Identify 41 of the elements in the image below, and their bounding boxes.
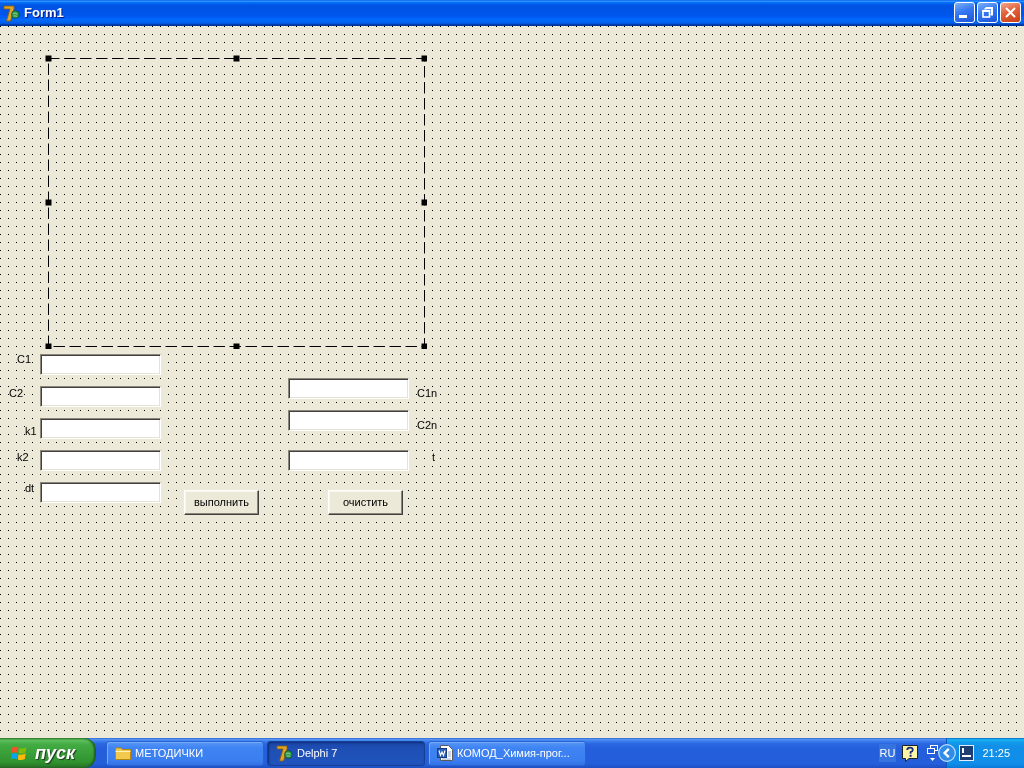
tray-app-icon[interactable] [959, 745, 975, 761]
field-label: k1 [25, 425, 37, 438]
clock: 21:25 [982, 746, 1010, 760]
field-label: C2n [417, 419, 438, 432]
close-button[interactable] [1000, 2, 1021, 23]
dashed-component-frame[interactable] [45, 55, 427, 349]
app-logo-icon [3, 4, 20, 22]
input-field[interactable] [40, 354, 161, 375]
input-field[interactable] [288, 410, 409, 431]
restore-button[interactable] [977, 2, 998, 23]
field-label: k2 [17, 451, 29, 464]
close-icon [1005, 7, 1016, 18]
taskbar-task-button[interactable]: Delphi 7 [267, 740, 425, 766]
command-button[interactable]: очистить [328, 490, 403, 515]
input-field[interactable] [40, 386, 161, 407]
field-label: C1n [417, 387, 438, 400]
field-label: t [432, 451, 436, 464]
app-logo-icon [276, 744, 293, 762]
language-indicator[interactable]: RU [878, 744, 897, 762]
start-button[interactable]: пуск [0, 738, 96, 768]
field-label: C1 [17, 353, 32, 366]
help-icon[interactable] [902, 744, 919, 762]
restore-icon [982, 7, 993, 18]
chevron-icon[interactable] [938, 744, 957, 762]
input-field[interactable] [288, 378, 409, 399]
field-label: C2 [9, 387, 24, 400]
input-field[interactable] [40, 450, 161, 471]
command-button[interactable]: выполнить [184, 490, 259, 515]
input-field[interactable] [288, 450, 409, 471]
minimize-button[interactable] [954, 2, 975, 23]
input-field[interactable] [40, 418, 161, 439]
small-windows-icon[interactable] [927, 744, 939, 762]
minimize-icon [958, 15, 967, 18]
flag-icon [11, 745, 27, 761]
window-title: Form1 [24, 5, 65, 21]
folder-icon [115, 746, 131, 760]
taskbar-task-button[interactable]: МЕТОДИЧКИ [106, 740, 264, 766]
taskbar-task-button[interactable]: КОМОД_Химия-прог... [428, 740, 586, 766]
document-icon [437, 745, 453, 761]
input-field[interactable] [40, 482, 161, 503]
field-label: dt [25, 482, 35, 495]
